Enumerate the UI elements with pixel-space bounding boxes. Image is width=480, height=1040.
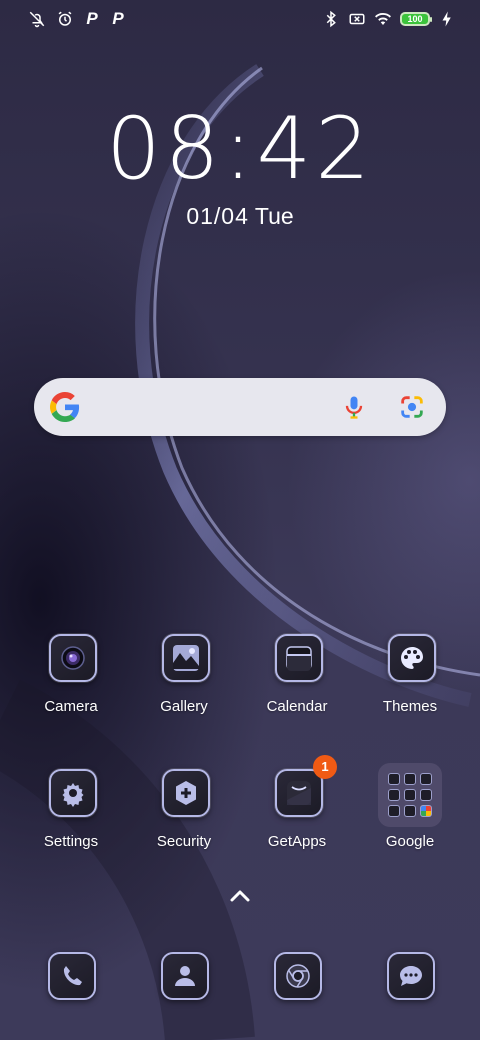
alarm-off-icon bbox=[28, 10, 46, 28]
folder-icon bbox=[378, 763, 442, 827]
mini-app-icon bbox=[404, 789, 416, 801]
app-label: Security bbox=[156, 833, 212, 850]
charging-icon bbox=[438, 10, 456, 28]
app-label: Google bbox=[385, 833, 435, 850]
google-search-bar[interactable] bbox=[34, 378, 446, 436]
mini-app-icon bbox=[388, 805, 400, 817]
app-getapps[interactable]: 1 GetApps bbox=[247, 755, 347, 879]
google-photos-mini-icon bbox=[420, 805, 432, 817]
date-text: 01/04 bbox=[186, 203, 249, 229]
app-security[interactable]: Security bbox=[134, 769, 234, 879]
app-label: Calendar bbox=[266, 698, 328, 715]
dock-contacts[interactable] bbox=[161, 952, 209, 1000]
no-sim-icon bbox=[348, 10, 366, 28]
chrome-icon bbox=[274, 952, 322, 1000]
clock-date[interactable]: 01/04 Tue bbox=[0, 202, 480, 230]
mini-app-icon bbox=[420, 789, 432, 801]
status-bar: P P 100 bbox=[0, 10, 480, 34]
app-settings[interactable]: Settings bbox=[21, 769, 121, 879]
folder-google[interactable]: Google bbox=[360, 763, 460, 879]
shield-plus-icon bbox=[162, 769, 210, 817]
p-icon: P bbox=[112, 9, 124, 28]
wifi-icon bbox=[374, 10, 392, 28]
p-icon: P bbox=[86, 9, 98, 28]
mini-app-icon bbox=[420, 773, 432, 785]
calendar-icon bbox=[275, 634, 323, 682]
app-label: Settings bbox=[43, 833, 99, 850]
google-g-icon bbox=[50, 392, 80, 422]
getapps-icon bbox=[275, 769, 323, 817]
app-calendar[interactable]: Calendar bbox=[247, 634, 347, 744]
messages-icon bbox=[387, 952, 435, 1000]
app-label: Gallery bbox=[160, 698, 208, 715]
mini-app-icon bbox=[388, 773, 400, 785]
battery-icon: 100 bbox=[400, 12, 432, 26]
phone-icon bbox=[48, 952, 96, 1000]
gear-icon bbox=[49, 769, 97, 817]
app-themes[interactable]: Themes bbox=[360, 634, 460, 744]
weekday-text: Tue bbox=[254, 203, 294, 229]
app-camera[interactable]: Camera bbox=[21, 634, 121, 744]
chevron-up-icon[interactable] bbox=[228, 886, 252, 906]
clock-time[interactable]: 08:42 bbox=[0, 104, 480, 194]
contacts-icon bbox=[161, 952, 209, 1000]
camera-icon bbox=[49, 634, 97, 682]
alarm-clock-icon bbox=[56, 10, 74, 28]
app-gallery[interactable]: Gallery bbox=[134, 634, 234, 744]
dock-phone[interactable] bbox=[48, 952, 96, 1000]
palette-icon bbox=[388, 634, 436, 682]
app-label: GetApps bbox=[267, 833, 327, 850]
mini-app-icon bbox=[404, 773, 416, 785]
battery-level: 100 bbox=[407, 14, 423, 24]
gallery-icon bbox=[162, 634, 210, 682]
app-label: Themes bbox=[382, 698, 438, 715]
dock-messages[interactable] bbox=[387, 952, 435, 1000]
dock-chrome[interactable] bbox=[274, 952, 322, 1000]
google-lens-icon[interactable] bbox=[398, 393, 426, 421]
microphone-icon[interactable] bbox=[340, 393, 368, 421]
mini-app-icon bbox=[388, 789, 400, 801]
app-label: Camera bbox=[44, 698, 98, 715]
mini-app-icon bbox=[404, 805, 416, 817]
bluetooth-icon bbox=[322, 10, 340, 28]
notification-badge: 1 bbox=[313, 755, 337, 779]
